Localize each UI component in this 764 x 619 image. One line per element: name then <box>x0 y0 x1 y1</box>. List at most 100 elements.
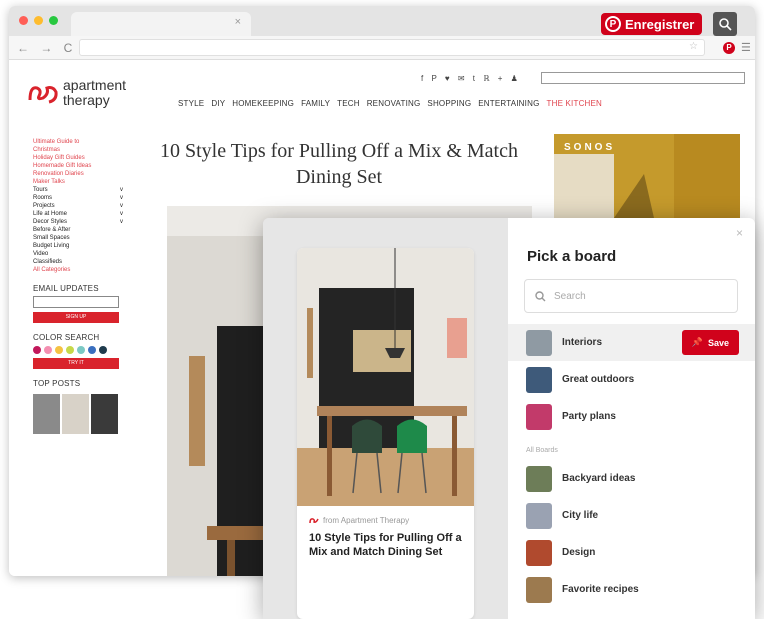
nav-item-entertaining[interactable]: ENTERTAINING <box>478 99 539 108</box>
color-swatch[interactable] <box>33 346 41 354</box>
nav-item-the-kitchen[interactable]: THE KITCHEN <box>547 99 603 108</box>
apartment-therapy-mini-icon <box>309 517 319 523</box>
top-post-thumb[interactable] <box>33 394 60 434</box>
pinterest-extension-icon[interactable]: P <box>723 42 735 54</box>
minimize-window-button[interactable] <box>34 16 43 25</box>
nav-item-style[interactable]: STYLE <box>178 99 204 108</box>
board-thumbnail <box>526 329 552 356</box>
close-window-button[interactable] <box>19 16 28 25</box>
color-swatch[interactable] <box>77 346 85 354</box>
board-name: Interiors <box>562 337 603 348</box>
nav-item-tech[interactable]: TECH <box>337 99 360 108</box>
sidebar-item-label: Small Spaces <box>33 235 70 241</box>
sidebar-item-label: Video <box>33 251 49 257</box>
save-label: Save <box>707 337 729 348</box>
board-list: Interiors 📌 Save Great outdoors Party plans A… <box>508 324 755 608</box>
sidebar-item[interactable]: Classifieds <box>33 258 123 266</box>
sidebar-link[interactable]: Christmas <box>33 146 123 154</box>
sidebar-item[interactable]: Before & After <box>33 226 123 234</box>
email-field[interactable] <box>33 296 119 308</box>
all-boards-heading: All Boards <box>526 447 558 454</box>
top-post-thumb[interactable] <box>91 394 118 434</box>
pin-title: 10 Style Tips for Pulling Off a Mix and … <box>309 532 462 558</box>
board-thumbnail <box>526 403 552 430</box>
nav-item-family[interactable]: FAMILY <box>301 99 330 108</box>
search-icon <box>535 290 546 301</box>
sidebar-link[interactable]: Homemade Gift Ideas <box>33 162 123 170</box>
top-post-thumb[interactable] <box>62 394 89 434</box>
signup-button[interactable]: SIGN UP <box>33 312 119 323</box>
pin-card: from Apartment Therapy 10 Style Tips for… <box>297 248 474 619</box>
nav-item-renovating[interactable]: RENOVATING <box>367 99 421 108</box>
logo-text-line1: apartment <box>63 77 127 93</box>
board-name: City life <box>562 510 599 521</box>
try-it-button[interactable]: TRY IT <box>33 358 119 369</box>
chevron-down-icon: v <box>120 195 123 201</box>
visual-search-icon[interactable] <box>713 12 737 36</box>
sidebar-item[interactable]: Projects v <box>33 202 123 210</box>
sidebar-item[interactable]: Tours v <box>33 186 123 194</box>
main-nav: STYLE DIY HOMEKEEPING FAMILY TECH RENOVATING S… <box>178 99 602 108</box>
sidebar-link[interactable]: Holiday Gift Guides <box>33 154 123 162</box>
maximize-window-button[interactable] <box>49 16 58 25</box>
board-item[interactable]: Favorite recipes <box>508 571 755 608</box>
sidebar-item-label: Projects <box>33 203 55 209</box>
pin-source-text: from Apartment Therapy <box>323 516 410 525</box>
browser-tab[interactable]: × <box>71 12 251 36</box>
sidebar-item[interactable]: Small Spaces <box>33 234 123 242</box>
nav-item-shopping[interactable]: SHOPPING <box>427 99 471 108</box>
board-item[interactable]: Design <box>508 534 755 571</box>
menu-icon[interactable]: ☰ <box>741 41 751 54</box>
sidebar-item-label: Decor Styles <box>33 219 68 225</box>
all-categories-link[interactable]: All Categories <box>33 266 123 274</box>
chevron-down-icon: v <box>120 187 123 193</box>
apartment-therapy-logo-icon <box>28 86 58 104</box>
search-placeholder: Search <box>554 290 586 302</box>
save-button[interactable]: 📌 Save <box>681 330 739 355</box>
site-search-input[interactable] <box>541 72 745 84</box>
url-field[interactable]: ☆ <box>79 39 705 56</box>
sidebar-link[interactable]: Renovation Diaries <box>33 170 123 178</box>
color-swatches <box>33 346 123 354</box>
board-search-input[interactable]: Search <box>524 279 738 313</box>
social-icons[interactable]: f P ♥ ✉ t ℝ + ♟ <box>421 74 521 83</box>
board-item[interactable]: Backyard ideas <box>508 460 755 497</box>
navigation-buttons[interactable]: ← → C <box>17 41 76 55</box>
pin-save-dialog: from Apartment Therapy 10 Style Tips for… <box>263 218 755 619</box>
board-thumbnail <box>526 465 552 492</box>
board-item[interactable]: Party plans <box>508 398 755 435</box>
board-item[interactable]: Great outdoors <box>508 361 755 398</box>
board-item[interactable]: City life <box>508 497 755 534</box>
sidebar-item-label: Tours <box>33 187 48 193</box>
star-icon[interactable]: ☆ <box>689 41 698 52</box>
board-picker: × Pick a board Search Interiors 📌 Save Grea… <box>508 218 755 619</box>
sidebar-link[interactable]: Ultimate Guide to <box>33 138 123 146</box>
board-name: Design <box>562 547 596 558</box>
address-bar: ← → C ☆ P ☰ <box>9 36 755 60</box>
board-item[interactable]: Interiors 📌 Save <box>508 324 755 361</box>
color-swatch[interactable] <box>99 346 107 354</box>
color-swatch[interactable] <box>66 346 74 354</box>
close-icon[interactable]: × <box>736 226 743 240</box>
color-swatch[interactable] <box>44 346 52 354</box>
sidebar-item[interactable]: Budget Living <box>33 242 123 250</box>
board-thumbnail <box>526 502 552 529</box>
sonos-ad[interactable]: SONOS <box>554 134 740 218</box>
sidebar: Ultimate Guide to Christmas Holiday Gift G… <box>33 138 123 434</box>
board-name: Party plans <box>562 411 616 422</box>
pinterest-save-label: Enregistrer <box>625 16 695 32</box>
sidebar-link[interactable]: Maker Talks <box>33 178 123 186</box>
color-swatch[interactable] <box>88 346 96 354</box>
tab-close-icon[interactable]: × <box>235 16 241 28</box>
nav-item-homekeeping[interactable]: HOMEKEEPING <box>232 99 294 108</box>
site-logo[interactable]: apartment therapy <box>27 78 126 108</box>
sidebar-item[interactable]: Video <box>33 250 123 258</box>
sidebar-item[interactable]: Life at Home v <box>33 210 123 218</box>
sidebar-item[interactable]: Decor Styles v <box>33 218 123 226</box>
sidebar-item[interactable]: Rooms v <box>33 194 123 202</box>
pinterest-save-button[interactable]: P Enregistrer <box>601 13 703 35</box>
nav-item-diy[interactable]: DIY <box>211 99 225 108</box>
color-swatch[interactable] <box>55 346 63 354</box>
sidebar-item-label: Classifieds <box>33 259 63 265</box>
email-updates-heading: EMAIL UPDATES <box>33 284 99 293</box>
